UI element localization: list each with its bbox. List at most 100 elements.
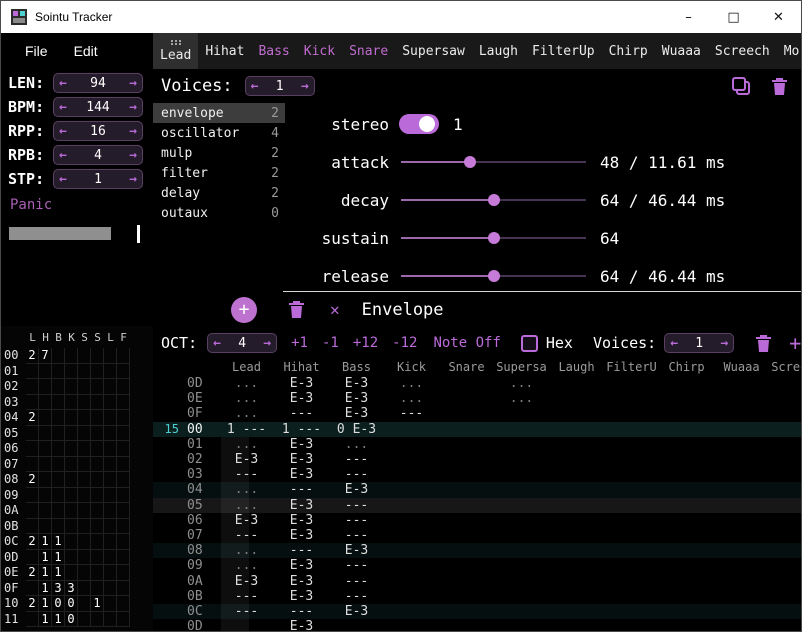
pattern-cell[interactable]: E-3 <box>329 406 384 421</box>
transpose-plus1[interactable]: +1 <box>291 335 308 351</box>
order-cell[interactable] <box>78 441 91 457</box>
pattern-cell[interactable]: ... <box>494 376 549 391</box>
sustain-slider[interactable] <box>401 230 586 246</box>
order-cell[interactable] <box>104 426 117 442</box>
pattern-cell[interactable]: E-3 <box>274 619 329 631</box>
order-cell[interactable] <box>39 410 52 426</box>
order-cell[interactable] <box>104 364 117 380</box>
pattern-cell[interactable]: --- <box>329 498 384 513</box>
octave-increment-arrow-icon[interactable]: → <box>263 336 271 351</box>
order-cell[interactable]: 0 <box>65 596 78 612</box>
order-cell[interactable] <box>39 441 52 457</box>
pattern-cell[interactable]: E-3 <box>329 543 384 558</box>
order-cell[interactable] <box>52 457 65 473</box>
order-cell[interactable] <box>91 503 104 519</box>
order-cell[interactable] <box>52 395 65 411</box>
pattern-cell[interactable]: E-3 <box>274 574 329 589</box>
order-cell[interactable] <box>52 379 65 395</box>
pattern-cell[interactable]: --- <box>274 406 329 421</box>
instrument-tab-hihat[interactable]: Hihat <box>198 33 251 69</box>
order-cell[interactable] <box>39 426 52 442</box>
order-cell[interactable] <box>78 581 91 597</box>
order-cell[interactable]: 2 <box>26 565 39 581</box>
order-cell[interactable] <box>78 488 91 504</box>
order-cell[interactable] <box>39 519 52 535</box>
order-cell[interactable] <box>39 488 52 504</box>
order-cell[interactable] <box>91 534 104 550</box>
order-cell[interactable]: 1 <box>39 534 52 550</box>
order-cell[interactable] <box>52 441 65 457</box>
instrument-tab-bass[interactable]: Bass <box>251 33 296 69</box>
pattern-cell[interactable]: E-3 <box>274 391 329 406</box>
panic-button[interactable]: Panic <box>10 197 153 213</box>
pattern-cell[interactable]: --- <box>274 482 329 497</box>
pattern-cell[interactable]: --- <box>329 513 384 528</box>
instrument-voices-decrement-arrow-icon[interactable]: ← <box>251 79 259 94</box>
note-off-button[interactable]: Note Off <box>433 335 500 351</box>
order-cell[interactable] <box>117 426 130 442</box>
pattern-cell[interactable]: ... <box>494 391 549 406</box>
order-cell[interactable] <box>104 550 117 566</box>
pattern-cell[interactable]: E-3 <box>274 437 329 452</box>
octave-decrement-arrow-icon[interactable]: ← <box>213 336 221 351</box>
order-cell[interactable] <box>104 581 117 597</box>
order-cell[interactable] <box>104 534 117 550</box>
order-cell[interactable] <box>78 503 91 519</box>
order-cell[interactable]: 3 <box>52 581 65 597</box>
bpm-decrement-arrow-icon[interactable]: ← <box>59 100 67 115</box>
order-cell[interactable]: 1 <box>39 612 52 628</box>
order-cell[interactable] <box>65 410 78 426</box>
order-cell[interactable] <box>78 596 91 612</box>
order-cell[interactable] <box>52 364 65 380</box>
decay-slider[interactable] <box>401 192 586 208</box>
pattern-cell[interactable]: ... <box>219 391 274 406</box>
pattern-cell[interactable]: E-3 <box>219 513 274 528</box>
pattern-cell[interactable]: --- <box>329 558 384 573</box>
pattern-cell[interactable]: --- <box>329 589 384 604</box>
order-cell[interactable]: 1 <box>91 596 104 612</box>
pattern-cell[interactable]: ... <box>219 406 274 421</box>
order-cell[interactable] <box>39 457 52 473</box>
order-cell[interactable] <box>91 410 104 426</box>
order-cell[interactable] <box>26 503 39 519</box>
pattern-voices-decrement-arrow-icon[interactable]: ← <box>670 336 678 351</box>
rpp-decrement-arrow-icon[interactable]: ← <box>59 124 67 139</box>
order-cell[interactable] <box>26 581 39 597</box>
order-cell[interactable] <box>26 457 39 473</box>
order-cell[interactable]: 2 <box>26 534 39 550</box>
delete-instrument-button[interactable] <box>770 76 789 97</box>
order-cell[interactable]: 1 <box>52 565 65 581</box>
order-cell[interactable] <box>104 519 117 535</box>
instrument-tab-wuaaa[interactable]: Wuaaa <box>655 33 708 69</box>
order-cell[interactable] <box>52 503 65 519</box>
order-cell[interactable] <box>78 348 91 364</box>
order-cell[interactable] <box>52 410 65 426</box>
order-cell[interactable] <box>65 550 78 566</box>
order-cell[interactable] <box>91 426 104 442</box>
order-cell[interactable] <box>65 426 78 442</box>
order-cell[interactable]: 0 <box>52 596 65 612</box>
order-cell[interactable] <box>91 395 104 411</box>
order-cell[interactable] <box>117 379 130 395</box>
instrument-tab-morea[interactable]: Morea <box>777 33 801 69</box>
pattern-cell[interactable]: ... <box>219 558 274 573</box>
order-cell[interactable] <box>117 503 130 519</box>
len-decrement-arrow-icon[interactable]: ← <box>59 76 67 91</box>
pattern-cell[interactable]: E-3 <box>274 452 329 467</box>
order-cell[interactable] <box>65 379 78 395</box>
instrument-tab-filterup[interactable]: FilterUp <box>525 33 602 69</box>
pattern-cell[interactable]: E-3 <box>274 376 329 391</box>
pattern-cell[interactable]: 1 --- <box>274 422 329 437</box>
order-cell[interactable] <box>52 488 65 504</box>
order-cell[interactable] <box>52 519 65 535</box>
order-cell[interactable] <box>117 441 130 457</box>
attack-slider[interactable] <box>401 154 586 170</box>
pattern-cell[interactable]: E-3 <box>274 513 329 528</box>
order-cell[interactable] <box>117 457 130 473</box>
pattern-cell[interactable]: E-3 <box>274 558 329 573</box>
transpose-minus12[interactable]: -12 <box>392 335 417 351</box>
order-cell[interactable] <box>104 488 117 504</box>
transpose-minus1[interactable]: -1 <box>322 335 339 351</box>
order-cell[interactable] <box>26 550 39 566</box>
order-cell[interactable] <box>91 565 104 581</box>
